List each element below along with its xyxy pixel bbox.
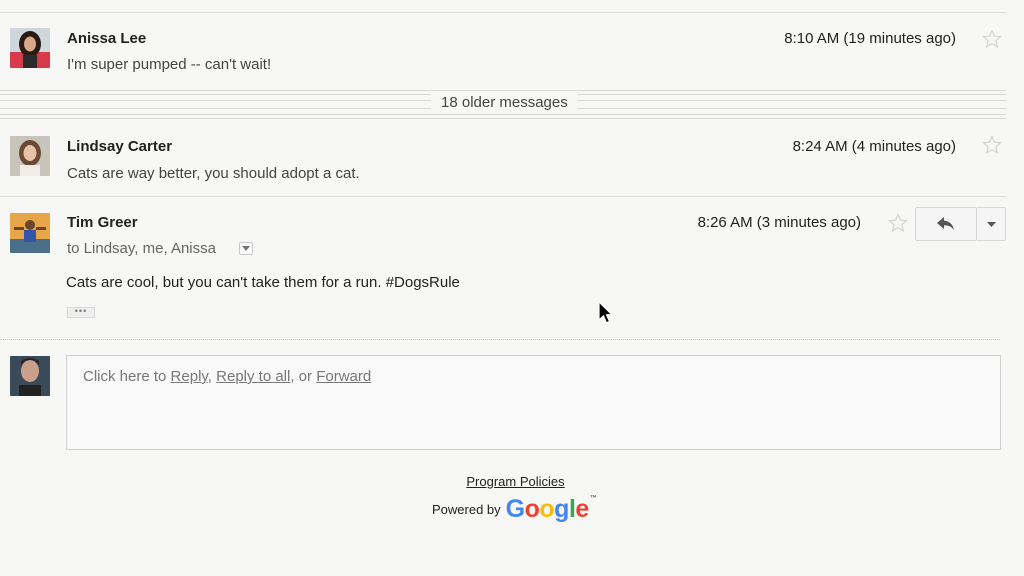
logo-letter: G <box>505 495 525 523</box>
avatar <box>10 28 50 68</box>
avatar <box>10 213 50 253</box>
avatar <box>10 136 50 176</box>
logo-letter: o <box>539 495 555 523</box>
footer: Program Policies <box>0 474 1024 489</box>
google-logo: Google™ <box>506 495 597 524</box>
program-policies-link[interactable]: Program Policies <box>466 474 564 489</box>
powered-by: Powered by Google™ <box>432 495 597 524</box>
star-icon[interactable] <box>981 28 1003 50</box>
reply-prompt: Click here to Reply, Reply to all, or Fo… <box>83 368 371 385</box>
logo-letter: o <box>524 495 540 523</box>
message-collapsed[interactable]: Anissa Lee I'm super pumped -- can't wai… <box>0 13 1006 87</box>
star-icon[interactable] <box>981 134 1003 156</box>
separator-text: , <box>207 368 217 385</box>
reply-arrow-icon <box>937 217 954 230</box>
avatar <box>10 356 50 396</box>
message-body: Cats are cool, but you can't take them f… <box>66 274 460 291</box>
logo-letter: e <box>575 495 589 523</box>
powered-by-label: Powered by <box>432 502 501 517</box>
older-messages-bar[interactable]: 18 older messages <box>0 88 1006 120</box>
star-icon[interactable] <box>887 212 909 234</box>
more-actions-button[interactable] <box>977 207 1006 241</box>
reply-button[interactable] <box>915 207 977 241</box>
forward-link[interactable]: Forward <box>316 368 371 385</box>
sender-name: Lindsay Carter <box>67 138 173 155</box>
divider <box>0 90 1006 91</box>
show-trimmed-content-button[interactable]: ••• <box>67 307 95 318</box>
message-expanded: Tim Greer to Lindsay, me, Anissa 8:26 AM… <box>0 197 1006 339</box>
divider <box>0 339 1000 340</box>
sender-name: Tim Greer <box>67 214 138 231</box>
logo-letter: g <box>554 495 569 523</box>
message-snippet: Cats are way better, you should adopt a … <box>67 165 360 182</box>
separator-text: , or <box>290 368 317 385</box>
reply-all-link[interactable]: Reply to all <box>216 368 290 385</box>
chevron-down-icon <box>242 246 250 251</box>
message-collapsed[interactable]: Lindsay Carter Cats are way better, you … <box>0 121 1006 196</box>
divider <box>0 114 1006 115</box>
chevron-down-icon <box>986 221 996 227</box>
message-time: 8:10 AM (19 minutes ago) <box>784 30 956 47</box>
divider <box>0 118 1006 119</box>
reply-prompt-prefix: Click here to <box>83 368 171 385</box>
message-snippet: I'm super pumped -- can't wait! <box>67 56 272 73</box>
message-time: 8:26 AM (3 minutes ago) <box>697 214 861 231</box>
message-time: 8:24 AM (4 minutes ago) <box>792 138 956 155</box>
sender-name: Anissa Lee <box>67 30 147 47</box>
mouse-pointer-icon <box>598 301 614 330</box>
trademark: ™ <box>589 495 597 502</box>
reply-link[interactable]: Reply <box>171 368 208 385</box>
reply-input[interactable]: Click here to Reply, Reply to all, or Fo… <box>66 355 1001 450</box>
show-details-button[interactable] <box>239 242 253 255</box>
recipients: to Lindsay, me, Anissa <box>67 240 216 257</box>
older-messages-label[interactable]: 18 older messages <box>431 94 578 111</box>
